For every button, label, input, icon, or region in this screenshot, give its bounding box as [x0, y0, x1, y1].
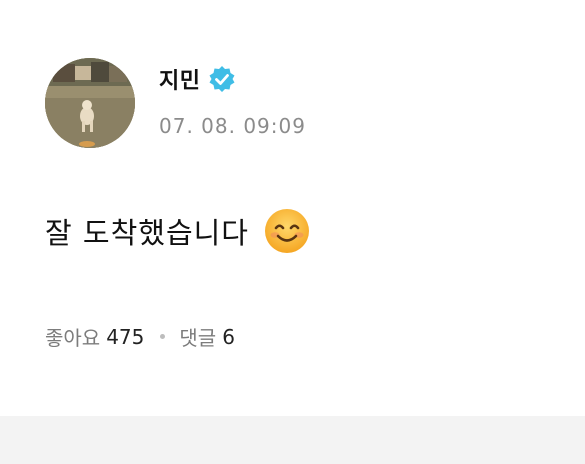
verified-badge-icon	[208, 65, 236, 93]
avatar-photo	[45, 58, 135, 148]
post-stats: 좋아요 475 댓글 6	[45, 322, 235, 351]
separator-dot	[160, 334, 166, 339]
post-text: 잘 도착했습니다	[45, 216, 249, 250]
smiling-face-icon	[263, 207, 311, 255]
comments-label[interactable]: 댓글	[179, 322, 216, 351]
post-card: 지민 07. 08. 09:09 잘 도착했습니다 좋아요 475 댓글 6	[0, 0, 585, 416]
author-row: 지민	[159, 62, 236, 96]
section-divider	[0, 416, 585, 464]
post-timestamp: 07. 08. 09:09	[159, 114, 306, 138]
avatar[interactable]	[45, 58, 135, 148]
likes-label[interactable]: 좋아요	[45, 322, 100, 351]
comments-count[interactable]: 6	[222, 325, 235, 349]
likes-count[interactable]: 475	[106, 325, 144, 349]
author-name[interactable]: 지민	[159, 63, 200, 95]
post-body: 잘 도착했습니다	[45, 206, 311, 256]
